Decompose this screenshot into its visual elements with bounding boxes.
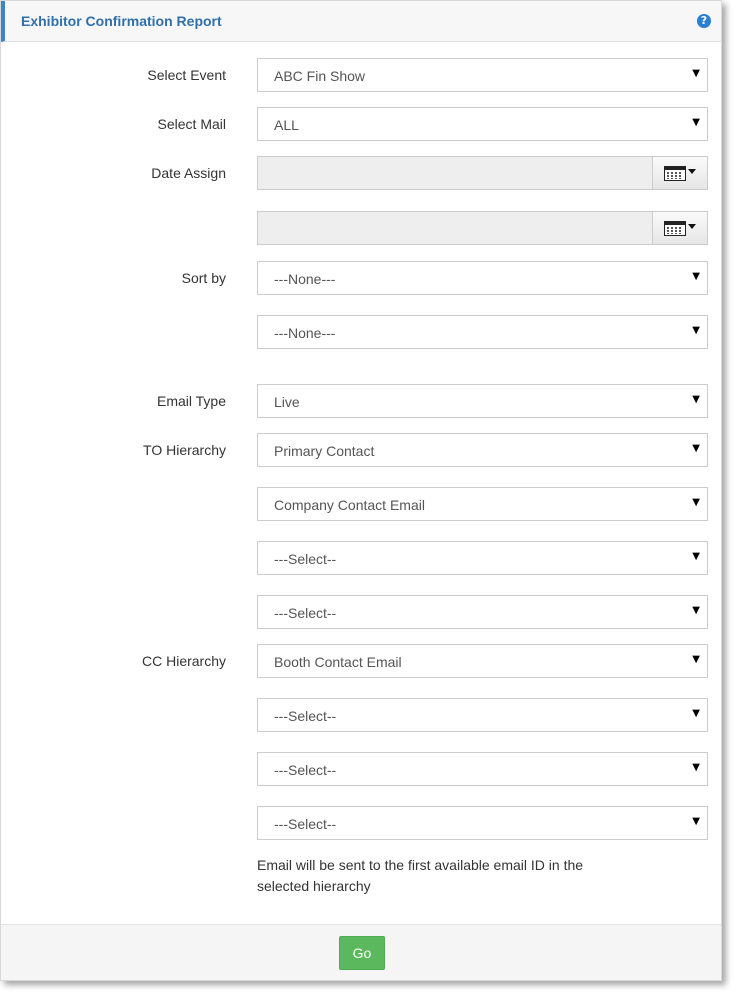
calendar-icon bbox=[664, 166, 686, 181]
report-panel: Exhibitor Confirmation Report ? Select E… bbox=[0, 0, 722, 981]
chevron-down-icon: ▼ bbox=[692, 816, 700, 827]
select-event-label: Select Event bbox=[147, 67, 226, 83]
date-from-calendar-button[interactable] bbox=[652, 156, 708, 190]
to-hierarchy-value: ---Select-- bbox=[274, 551, 337, 567]
chevron-down-icon: ▼ bbox=[692, 551, 700, 562]
hierarchy-note: Email will be sent to the first availabl… bbox=[257, 857, 584, 894]
sort-by-value: ---None--- bbox=[274, 325, 336, 341]
select-mail-label: Select Mail bbox=[157, 116, 226, 132]
chevron-down-icon: ▼ bbox=[692, 497, 700, 508]
chevron-down-icon: ▼ bbox=[692, 605, 700, 616]
help-icon[interactable]: ? bbox=[697, 14, 711, 28]
chevron-down-icon: ▼ bbox=[692, 68, 700, 79]
sort-by-value: ---None--- bbox=[274, 271, 336, 287]
to-hierarchy-dropdown-1[interactable]: Primary Contact ▼ bbox=[257, 433, 708, 467]
date-assign-label: Date Assign bbox=[151, 165, 226, 181]
date-to-field[interactable] bbox=[257, 211, 653, 245]
select-mail-value: ALL bbox=[274, 117, 299, 133]
cc-hierarchy-dropdown-3[interactable]: ---Select-- ▼ bbox=[257, 752, 708, 786]
select-event-dropdown[interactable]: ABC Fin Show ▼ bbox=[257, 58, 708, 92]
chevron-down-icon: ▼ bbox=[692, 394, 700, 405]
page-title: Exhibitor Confirmation Report bbox=[21, 13, 222, 29]
chevron-down-icon: ▼ bbox=[692, 708, 700, 719]
date-to-calendar-button[interactable] bbox=[652, 211, 708, 245]
sort-by-dropdown-2[interactable]: ---None--- ▼ bbox=[257, 315, 708, 349]
chevron-down-icon: ▼ bbox=[692, 325, 700, 336]
to-hierarchy-value: ---Select-- bbox=[274, 605, 337, 621]
cc-hierarchy-dropdown-1[interactable]: Booth Contact Email ▼ bbox=[257, 644, 708, 678]
cc-hierarchy-label: CC Hierarchy bbox=[141, 653, 226, 669]
sort-by-label: Sort by bbox=[181, 270, 226, 286]
panel-header: Exhibitor Confirmation Report ? bbox=[1, 1, 721, 42]
to-hierarchy-label: TO Hierarchy bbox=[143, 442, 226, 458]
to-hierarchy-value: Primary Contact bbox=[274, 443, 375, 459]
cc-hierarchy-value: Booth Contact Email bbox=[274, 654, 402, 670]
chevron-down-icon: ▼ bbox=[692, 443, 700, 454]
select-mail-dropdown[interactable]: ALL ▼ bbox=[257, 107, 708, 141]
caret-down-icon bbox=[688, 169, 696, 174]
select-event-value: ABC Fin Show bbox=[274, 68, 366, 84]
to-hierarchy-dropdown-4[interactable]: ---Select-- ▼ bbox=[257, 595, 708, 629]
date-from-field[interactable] bbox=[257, 156, 653, 190]
to-hierarchy-dropdown-2[interactable]: Company Contact Email ▼ bbox=[257, 487, 708, 521]
cc-hierarchy-value: ---Select-- bbox=[274, 816, 337, 832]
cc-hierarchy-dropdown-2[interactable]: ---Select-- ▼ bbox=[257, 698, 708, 732]
to-hierarchy-dropdown-3[interactable]: ---Select-- ▼ bbox=[257, 541, 708, 575]
calendar-icon bbox=[664, 221, 686, 236]
chevron-down-icon: ▼ bbox=[692, 271, 700, 282]
email-type-value: Live bbox=[274, 394, 300, 410]
cc-hierarchy-value: ---Select-- bbox=[274, 762, 337, 778]
email-type-dropdown[interactable]: Live ▼ bbox=[257, 384, 708, 418]
chevron-down-icon: ▼ bbox=[692, 762, 700, 773]
cc-hierarchy-value: ---Select-- bbox=[274, 708, 337, 724]
panel-footer: Go bbox=[1, 924, 721, 980]
cc-hierarchy-dropdown-4[interactable]: ---Select-- ▼ bbox=[257, 806, 708, 840]
chevron-down-icon: ▼ bbox=[692, 117, 700, 128]
chevron-down-icon: ▼ bbox=[692, 654, 700, 665]
to-hierarchy-value: Company Contact Email bbox=[274, 497, 425, 513]
caret-down-icon bbox=[688, 224, 696, 229]
go-button[interactable]: Go bbox=[339, 936, 385, 970]
sort-by-dropdown-1[interactable]: ---None--- ▼ bbox=[257, 261, 708, 295]
email-type-label: Email Type bbox=[157, 393, 226, 409]
